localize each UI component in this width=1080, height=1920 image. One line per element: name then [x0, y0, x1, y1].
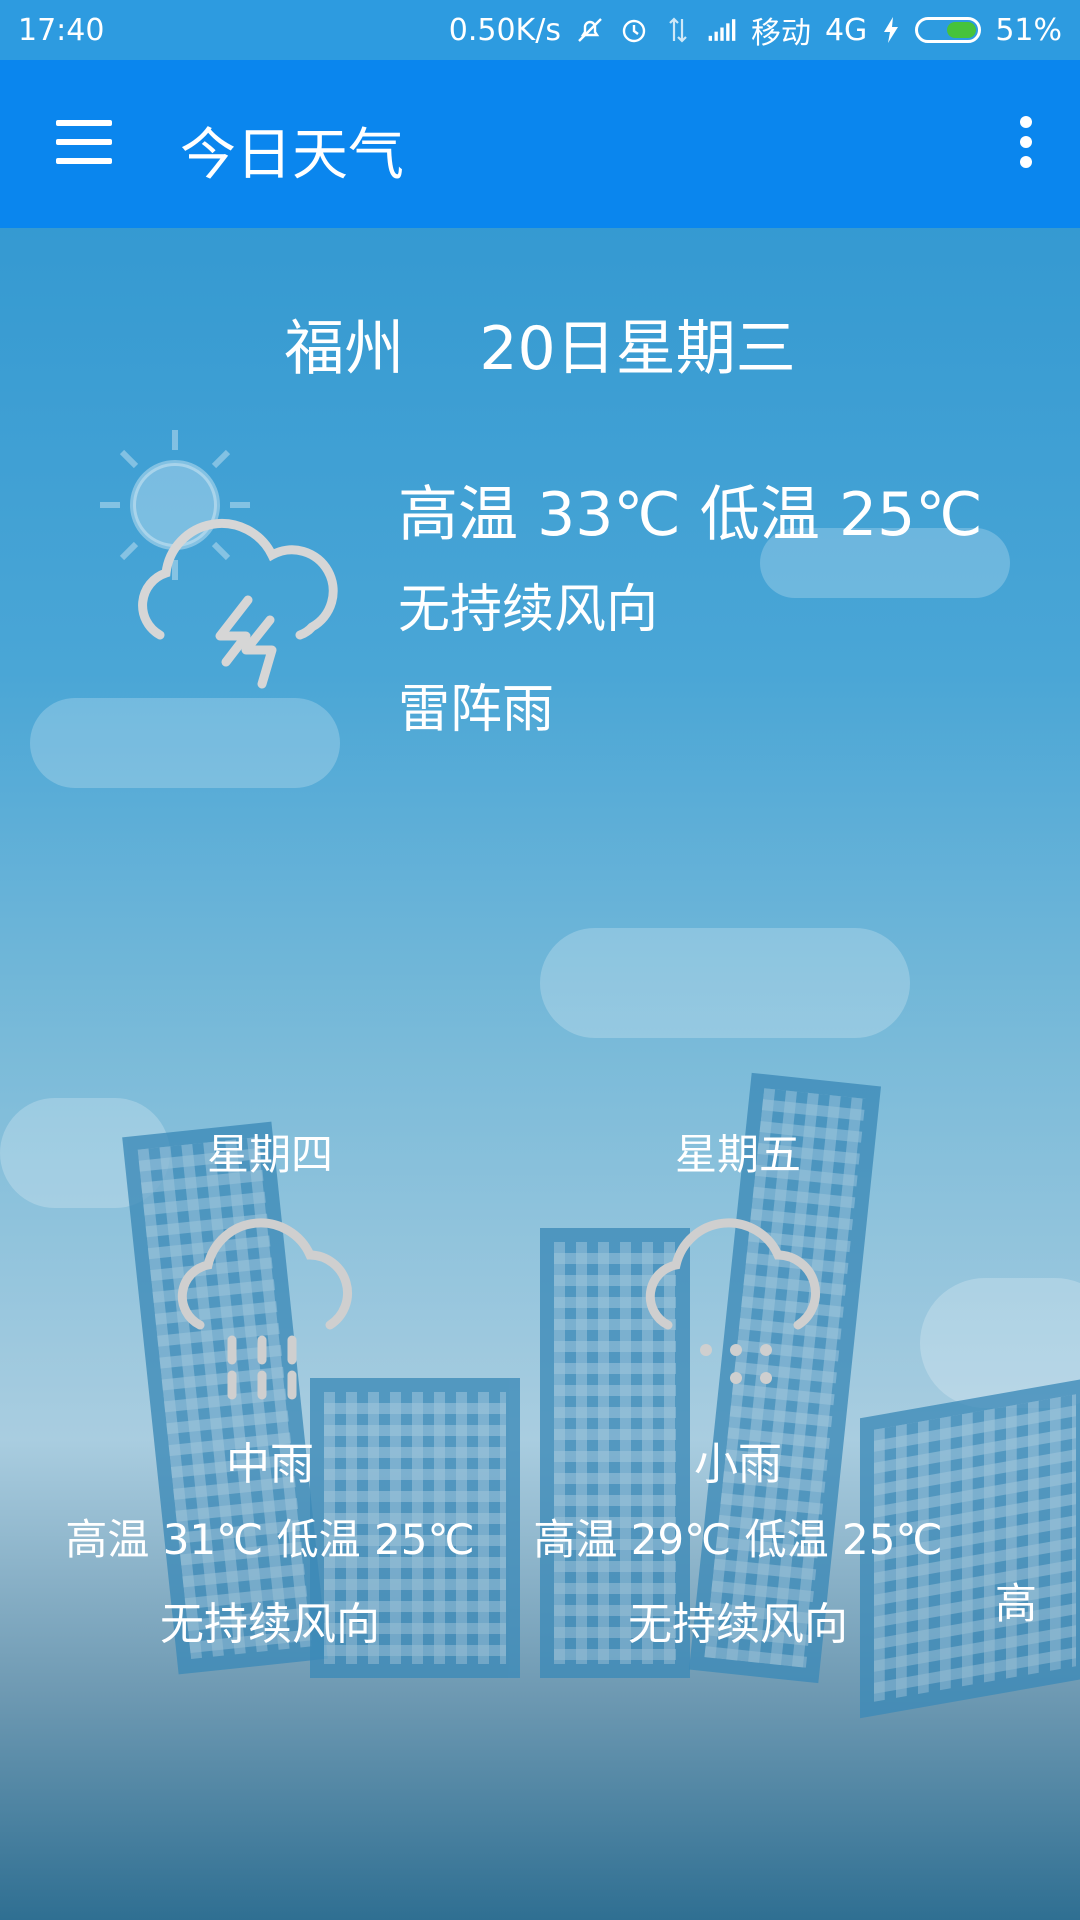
date-label: 20日星期三	[479, 314, 796, 384]
today-condition: 雷阵雨	[398, 680, 555, 740]
forecast-day-label: 星期四	[206, 1130, 333, 1179]
data-arrows-icon	[669, 17, 687, 43]
forecast-condition: 中雨	[226, 1439, 314, 1490]
forecast-day-label: 星期五	[674, 1130, 801, 1179]
city-name: 福州	[284, 314, 405, 384]
signal-icon	[708, 19, 736, 41]
carrier-label: 移动	[750, 16, 811, 51]
app-bar: 今日天气	[0, 60, 1080, 228]
alarm-icon	[622, 19, 646, 43]
forecast-condition: 小雨	[694, 1439, 782, 1490]
mute-icon	[578, 18, 602, 42]
forecast-temperature: 高温 31℃ 低温 25℃	[65, 1515, 475, 1564]
forecast-wind: 无持续风向	[628, 1599, 848, 1650]
today-temperature: 高温 33℃ 低温 25℃	[398, 480, 983, 550]
battery-percent: 51%	[995, 12, 1062, 48]
forecast-wind: 无持续风向	[160, 1599, 380, 1650]
today-info: 高温 33℃ 低温 25℃ 无持续风向 雷阵雨	[398, 470, 983, 760]
forecast-day-1: 星期四 中雨 高温 31℃ 低温 25℃ 无持续风向	[50, 1120, 490, 1670]
status-icons: 0.50K/s 移动 4G 51%	[449, 8, 1062, 52]
page-title: 今日天气	[180, 123, 404, 188]
forecast-temperature: 高温 29℃ 低温 25℃	[533, 1515, 943, 1564]
network-type-label: 4G	[824, 12, 868, 48]
hamburger-menu-icon[interactable]	[56, 120, 112, 164]
rain-icon	[177, 1218, 352, 1400]
today-header: 福州 20日星期三	[0, 300, 1080, 387]
status-time: 17:40	[18, 12, 105, 48]
forecast-day-2: 星期五 小雨 高温 29℃ 低温 25℃ 无持续风向	[518, 1120, 958, 1670]
more-vertical-icon[interactable]	[1016, 116, 1036, 168]
charging-icon	[884, 17, 899, 43]
today-wind: 无持续风向	[398, 580, 659, 640]
light-rain-icon	[645, 1218, 820, 1384]
battery-icon	[915, 17, 982, 43]
network-speed: 0.50K/s	[448, 12, 561, 48]
thunderstorm-icon	[100, 430, 338, 689]
status-bar: 17:40 0.50K/s 移动 4G 51%	[0, 0, 1080, 60]
forecast-day-3-partial: 高	[995, 1579, 1038, 1628]
